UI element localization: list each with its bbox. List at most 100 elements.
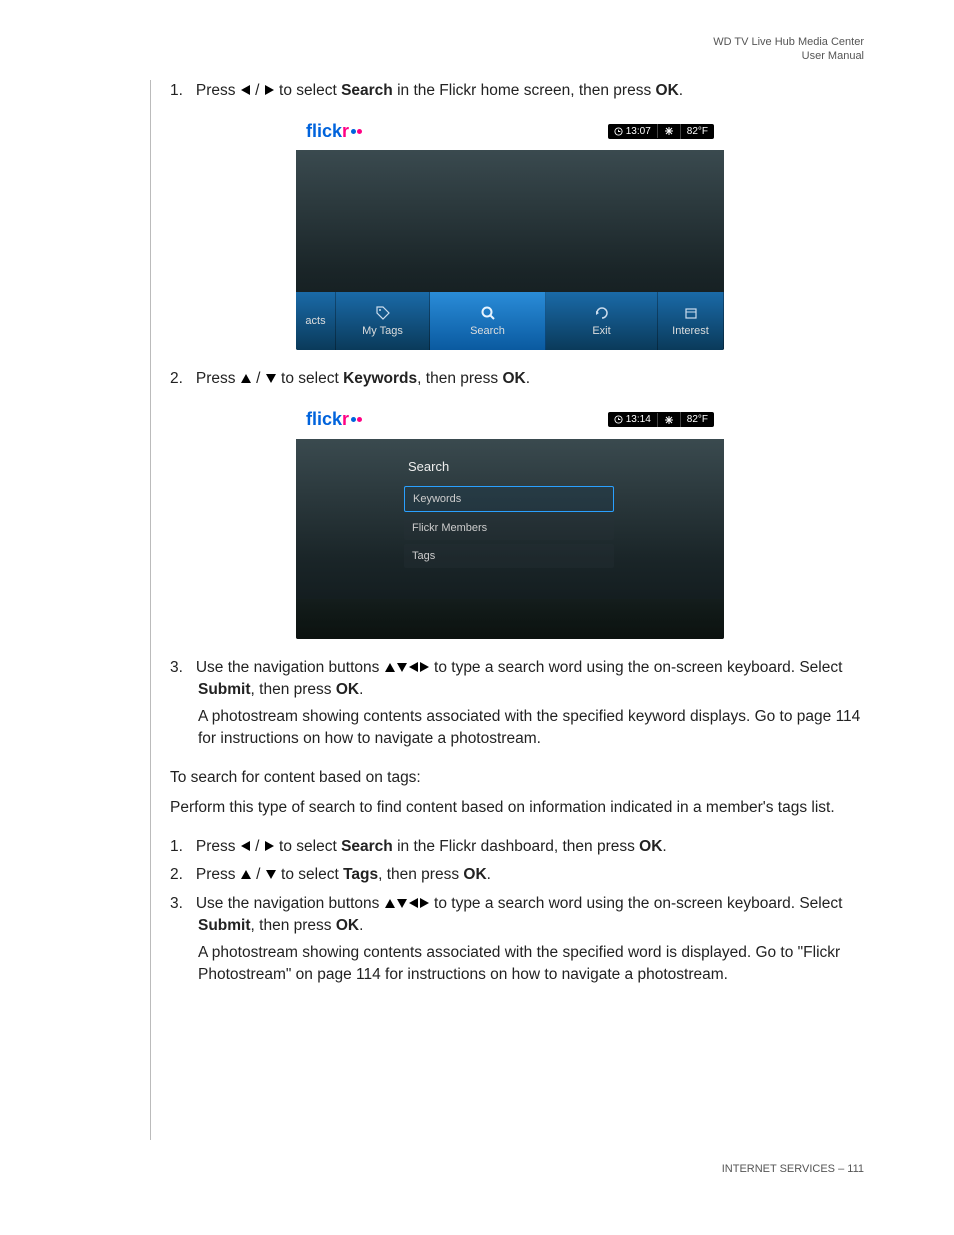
time-text: 13:14	[626, 414, 651, 425]
temp-text: 82°F	[687, 414, 708, 425]
screenshot-topbar: flickr 13:14 82°F	[296, 401, 724, 439]
bold-keywords: Keywords	[343, 370, 417, 387]
logo-r: r	[342, 409, 349, 429]
step-text: Use the navigation buttons	[196, 895, 384, 912]
footer-section: INTERNET SERVICES	[722, 1163, 835, 1175]
bold-ok: OK	[336, 917, 359, 934]
nav-item-interest[interactable]: Interest	[658, 292, 724, 350]
up-arrow-icon	[240, 869, 252, 880]
footer-dash: –	[835, 1163, 847, 1175]
bold-ok: OK	[502, 370, 525, 387]
page-footer: INTERNET SERVICES – 111	[722, 1163, 864, 1175]
page-content: 1. Press / to select Search in the Flick…	[150, 80, 870, 987]
step-3-sub: A photostream showing contents associate…	[150, 706, 870, 751]
screenshot-body: Search Keywords Flickr Members Tags	[296, 439, 724, 639]
step-text: to select	[275, 82, 341, 99]
search-option-members[interactable]: Flickr Members	[404, 516, 614, 540]
search-tags-intro: To search for content based on tags:	[150, 767, 870, 789]
nav-item-exit[interactable]: Exit	[546, 292, 658, 350]
logo-flick: flick	[306, 121, 342, 141]
nav-item-mytags[interactable]: My Tags	[336, 292, 430, 350]
status-bar: 13:14 82°F	[608, 412, 714, 427]
slash: /	[251, 838, 264, 855]
step-text: , then press	[417, 370, 502, 387]
step-num: 1.	[170, 838, 183, 855]
step-2: 2. Press / to select Keywords, then pres…	[150, 368, 870, 390]
temp-segment: 82°F	[680, 124, 714, 139]
nav-label: My Tags	[362, 325, 403, 337]
bold-ok: OK	[463, 866, 486, 883]
step-text: .	[487, 866, 491, 883]
left-arrow-icon	[240, 840, 251, 852]
nav-label: Interest	[672, 325, 709, 337]
search-icon	[480, 305, 496, 321]
calendar-icon	[683, 305, 699, 321]
logo-dot-pink-icon	[357, 417, 362, 422]
step-text: to select	[277, 370, 343, 387]
step-text: .	[526, 370, 530, 387]
search-tags-desc: Perform this type of search to find cont…	[150, 797, 870, 819]
clock-segment: 13:07	[608, 124, 657, 139]
right-arrow-icon	[419, 897, 430, 909]
logo-flick: flick	[306, 409, 342, 429]
bold-ok: OK	[656, 82, 679, 99]
exit-icon	[594, 305, 610, 321]
step-text: , then press	[251, 917, 336, 934]
step-text: Press	[196, 82, 240, 99]
right-arrow-icon	[419, 661, 430, 673]
down-arrow-icon	[396, 898, 408, 909]
search-option-keywords[interactable]: Keywords	[404, 486, 614, 512]
weather-icon-segment	[657, 124, 680, 138]
header-line2: User Manual	[713, 49, 864, 63]
nav-item-acts[interactable]: acts	[296, 292, 336, 350]
logo-dot-pink-icon	[357, 129, 362, 134]
time-text: 13:07	[626, 126, 651, 137]
right-arrow-icon	[264, 84, 275, 96]
slash: /	[252, 370, 265, 387]
step-text: .	[359, 681, 363, 698]
nav-item-search[interactable]: Search	[430, 292, 546, 350]
clock-icon	[614, 127, 623, 136]
left-arrow-icon	[408, 897, 419, 909]
snowflake-icon	[664, 126, 674, 136]
step-3: 3. Use the navigation buttons to type a …	[150, 657, 870, 702]
step-text: Press	[196, 370, 240, 387]
flickr-logo: flickr	[306, 409, 362, 430]
step-text: in the Flickr dashboard, then press	[393, 838, 639, 855]
bold-ok: OK	[639, 838, 662, 855]
clock-segment: 13:14	[608, 412, 657, 427]
left-arrow-icon	[240, 84, 251, 96]
step-text: .	[359, 917, 363, 934]
step-text: , then press	[378, 866, 463, 883]
step-num: 1.	[170, 82, 183, 99]
search-panel: Search Keywords Flickr Members Tags	[404, 459, 614, 572]
step-text: Use the navigation buttons	[196, 659, 384, 676]
bold-ok: OK	[336, 681, 359, 698]
screenshot-body: acts My Tags Search Exit Interest	[296, 150, 724, 350]
tags-step-2: 2. Press / to select Tags, then press OK…	[150, 864, 870, 886]
step-text: to type a search word using the on-scree…	[430, 659, 843, 676]
bold-submit: Submit	[198, 681, 251, 698]
tag-icon	[375, 305, 391, 321]
up-arrow-icon	[384, 662, 396, 673]
clock-icon	[614, 415, 623, 424]
header-line1: WD TV Live Hub Media Center	[713, 35, 864, 49]
horizon-gradient	[296, 599, 724, 639]
step-text: to select	[277, 866, 343, 883]
status-bar: 13:07 82°F	[608, 124, 714, 139]
left-arrow-icon	[408, 661, 419, 673]
bold-submit: Submit	[198, 917, 251, 934]
bold-search: Search	[341, 82, 393, 99]
search-option-tags[interactable]: Tags	[404, 544, 614, 568]
bold-tags: Tags	[343, 866, 378, 883]
right-arrow-icon	[264, 840, 275, 852]
temp-segment: 82°F	[680, 412, 714, 427]
step-text: .	[662, 838, 666, 855]
step-text: Press	[196, 866, 240, 883]
slash: /	[252, 866, 265, 883]
nav-label: Exit	[592, 325, 610, 337]
step-text: , then press	[251, 681, 336, 698]
bold-search: Search	[341, 838, 393, 855]
logo-dot-blue-icon	[351, 129, 356, 134]
footer-page: 111	[847, 1163, 864, 1175]
